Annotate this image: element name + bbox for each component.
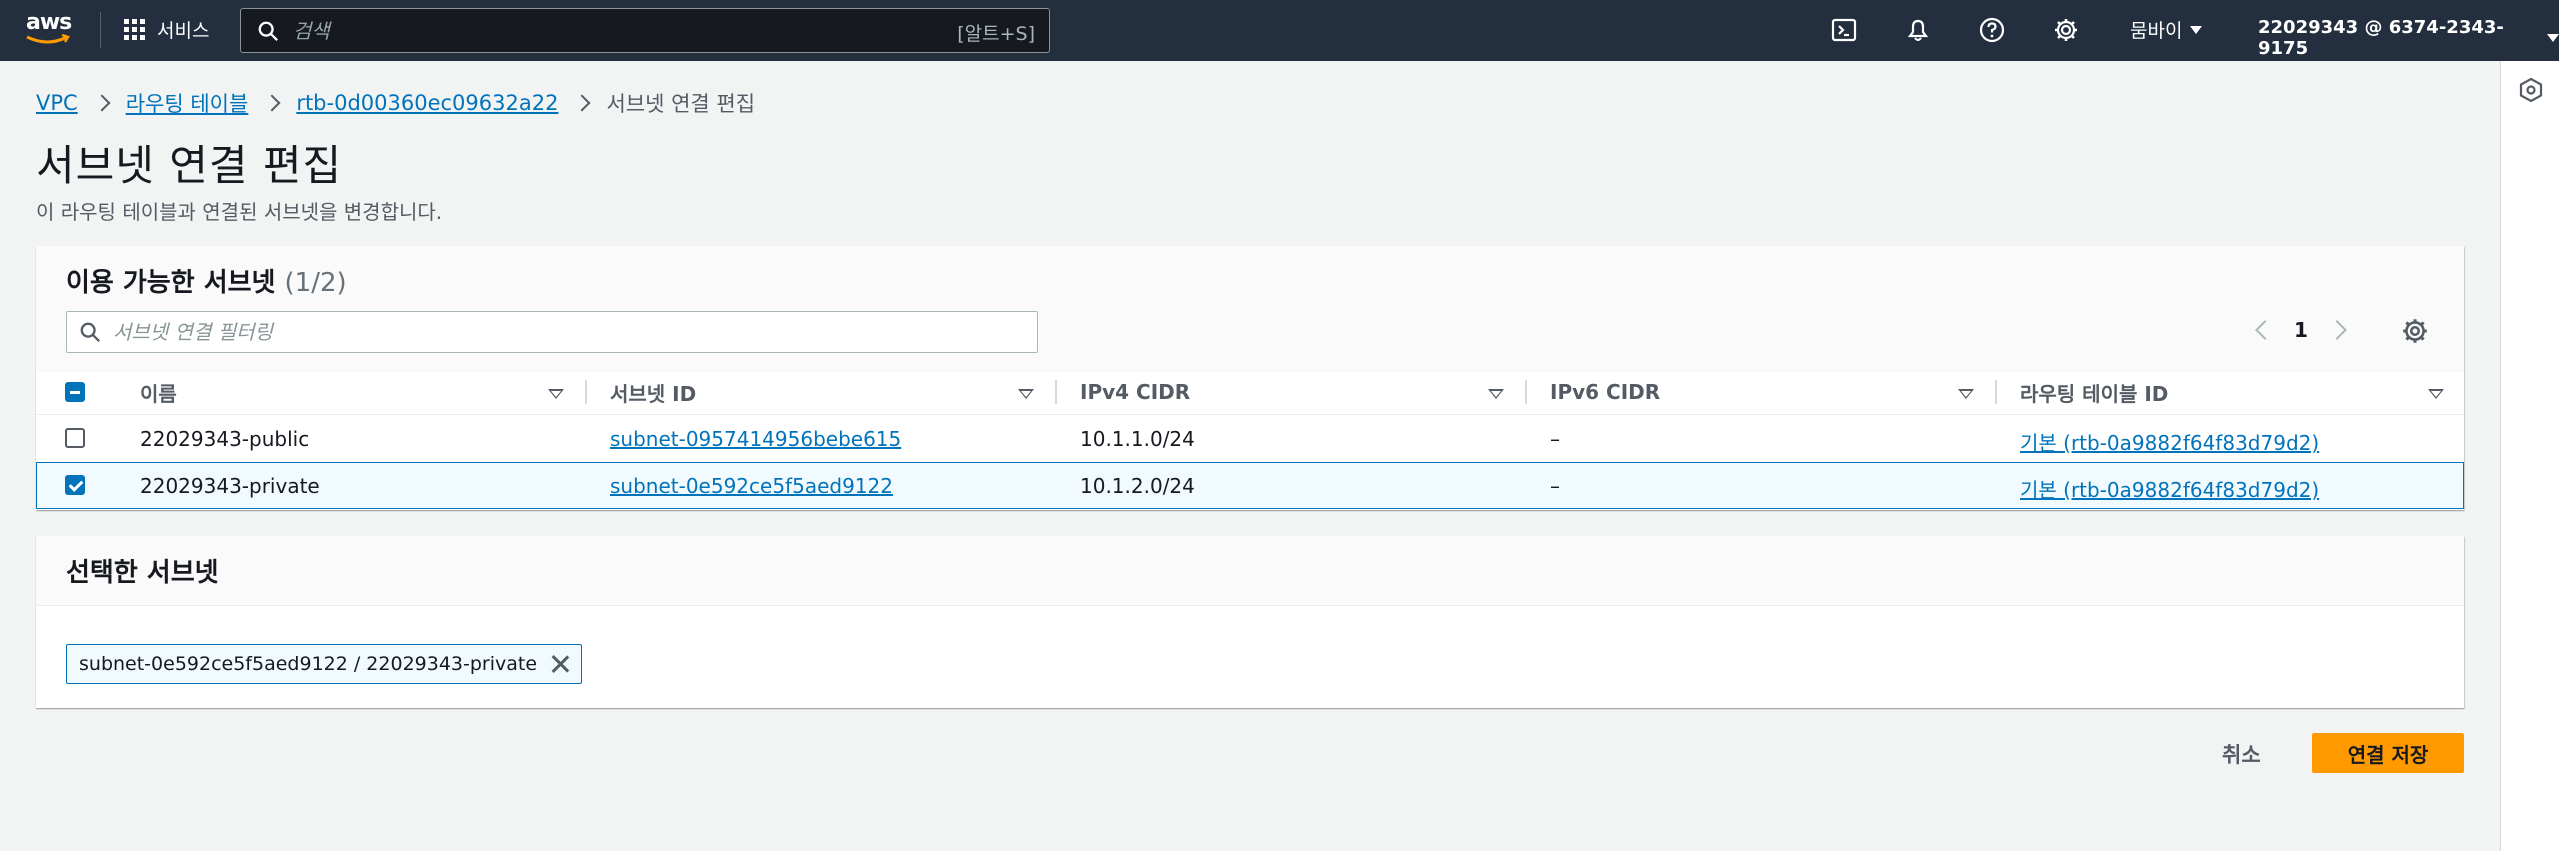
- ipv4-cidr: 10.1.1.0/24: [1080, 427, 1195, 451]
- caret-down-icon: [2547, 34, 2559, 42]
- column-header-subnet-id[interactable]: 서브넷 ID: [610, 372, 696, 412]
- account-menu[interactable]: 22029343 @ 6374-2343-9175: [2258, 17, 2559, 59]
- settings-gear-icon[interactable]: [2052, 16, 2080, 44]
- aws-smile-icon: [26, 34, 70, 44]
- table-row[interactable]: 22029343-private subnet-0e592ce5f5aed912…: [36, 462, 2464, 509]
- column-divider[interactable]: [1525, 380, 1527, 404]
- ipv6-cidr: –: [1550, 474, 1560, 498]
- aws-logo[interactable]: aws: [26, 10, 74, 50]
- sort-caret-icon[interactable]: [2428, 389, 2444, 399]
- bell-icon[interactable]: [1904, 16, 1932, 44]
- row-checkbox[interactable]: [65, 428, 85, 448]
- page-description: 이 라우팅 테이블과 연결된 서브넷을 변경합니다.: [36, 200, 443, 224]
- available-subnets-panel: 이용 가능한 서브넷 (1/2) 1 이름 서브넷 ID IPv4 CIDR I…: [36, 246, 2464, 510]
- top-navigation: aws 서비스 [알트+S] 뭄바이: [0, 0, 2559, 61]
- aws-logo-text: aws: [26, 10, 72, 35]
- subnet-filter-box[interactable]: [66, 311, 1038, 353]
- breadcrumb-vpc[interactable]: VPC: [36, 91, 78, 115]
- caret-down-icon: [2190, 25, 2203, 34]
- available-subnets-title-text: 이용 가능한 서브넷: [66, 268, 276, 298]
- chevron-right-icon: [263, 94, 281, 112]
- available-subnets-header: [36, 246, 2464, 372]
- services-menu-button[interactable]: 서비스: [124, 16, 209, 43]
- selected-subnet-token: subnet-0e592ce5f5aed9122 / 22029343-priv…: [66, 644, 583, 684]
- selected-subnets-title: 선택한 서브넷: [66, 558, 219, 588]
- route-table-link[interactable]: 기본 (rtb-0a9882f64f83d79d2): [2020, 427, 2319, 456]
- selected-subnet-token-label: subnet-0e592ce5f5aed9122 / 22029343-priv…: [79, 653, 538, 675]
- right-side-rail: [2500, 61, 2559, 851]
- subnet-filter-input[interactable]: [113, 320, 993, 344]
- search-shortcut-hint: [알트+S]: [957, 23, 1035, 45]
- cloudshell-icon[interactable]: [1830, 16, 1858, 44]
- cancel-button[interactable]: 취소: [2210, 735, 2273, 773]
- column-header-ipv6-cidr[interactable]: IPv6 CIDR: [1550, 372, 1660, 412]
- column-header-ipv4-cidr[interactable]: IPv4 CIDR: [1080, 372, 1190, 412]
- ipv6-cidr: –: [1550, 427, 1560, 451]
- region-selector[interactable]: 뭄바이: [2130, 16, 2203, 43]
- breadcrumb-current: 서브넷 연결 편집: [606, 92, 756, 116]
- column-divider[interactable]: [585, 380, 587, 404]
- available-subnets-title: 이용 가능한 서브넷 (1/2): [66, 262, 347, 299]
- select-all-checkbox[interactable]: [65, 382, 85, 402]
- selected-subnets-header: [36, 536, 2464, 606]
- previous-page-icon[interactable]: [2255, 320, 2275, 340]
- column-divider[interactable]: [1995, 380, 1997, 404]
- column-divider[interactable]: [1055, 380, 1057, 404]
- pagination: 1: [2255, 318, 2347, 342]
- next-page-icon[interactable]: [2327, 320, 2347, 340]
- ipv4-cidr: 10.1.2.0/24: [1080, 474, 1195, 498]
- chevron-right-icon: [93, 94, 111, 112]
- subnet-id-link[interactable]: subnet-0e592ce5f5aed9122: [610, 474, 893, 498]
- row-checkbox[interactable]: [65, 475, 85, 495]
- account-label: 22029343 @ 6374-2343-9175: [2258, 17, 2504, 59]
- subnet-name: 22029343-private: [140, 474, 320, 498]
- current-page-number[interactable]: 1: [2294, 318, 2308, 342]
- global-search-box[interactable]: [알트+S]: [240, 8, 1050, 53]
- region-label: 뭄바이: [2130, 20, 2183, 42]
- column-header-name[interactable]: 이름: [140, 372, 177, 412]
- breadcrumb-route-tables[interactable]: 라우팅 테이블: [126, 88, 249, 118]
- sort-caret-icon[interactable]: [1958, 389, 1974, 399]
- subnet-id-link[interactable]: subnet-0957414956bebe615: [610, 427, 901, 451]
- save-associations-button[interactable]: 연결 저장: [2312, 733, 2464, 773]
- sort-caret-icon[interactable]: [548, 389, 564, 399]
- table-preferences-gear-icon[interactable]: [2400, 316, 2430, 346]
- nav-divider: [100, 12, 101, 48]
- help-icon[interactable]: [1978, 16, 2006, 44]
- sort-caret-icon[interactable]: [1488, 389, 1504, 399]
- page-title: 서브넷 연결 편집: [36, 141, 343, 190]
- selected-subnets-panel: 선택한 서브넷 subnet-0e592ce5f5aed9122 / 22029…: [36, 536, 2464, 708]
- breadcrumb: VPC 라우팅 테이블 rtb-0d00360ec09632a22 서브넷 연결…: [36, 88, 755, 118]
- grid-icon: [124, 19, 145, 40]
- close-icon[interactable]: [551, 655, 569, 673]
- info-panel-toggle-icon[interactable]: [2519, 77, 2543, 103]
- search-icon: [80, 322, 100, 342]
- services-label: 서비스: [157, 20, 210, 42]
- column-header-route-table-id[interactable]: 라우팅 테이블 ID: [2020, 372, 2168, 412]
- route-table-link[interactable]: 기본 (rtb-0a9882f64f83d79d2): [2020, 474, 2319, 503]
- breadcrumb-route-table-id[interactable]: rtb-0d00360ec09632a22: [296, 91, 558, 115]
- search-icon: [258, 21, 278, 41]
- selection-count: (1/2): [284, 268, 347, 298]
- global-search-input[interactable]: [293, 18, 933, 43]
- subnet-name: 22029343-public: [140, 427, 310, 451]
- table-row[interactable]: 22029343-public subnet-0957414956bebe615…: [36, 414, 2464, 461]
- chevron-right-icon: [573, 94, 591, 112]
- sort-caret-icon[interactable]: [1018, 389, 1034, 399]
